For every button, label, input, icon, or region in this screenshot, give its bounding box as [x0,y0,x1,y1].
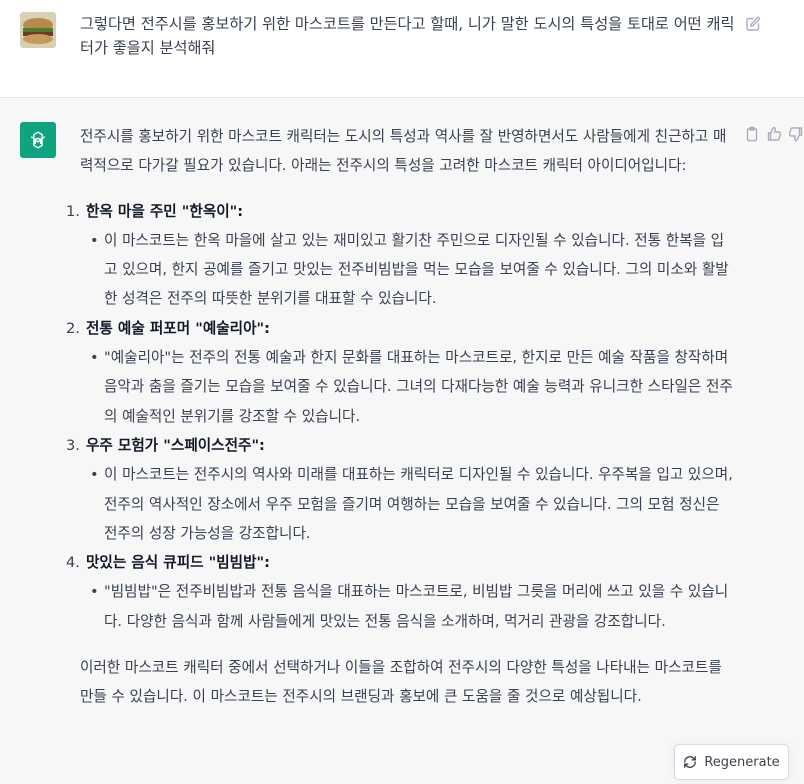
user-avatar [20,12,56,48]
assistant-message-content: 전주시를 홍보하기 위한 마스코트 캐릭터는 도시의 특성과 역사를 잘 반영하… [66,122,734,712]
item-title: 우주 모험가 "스페이스전주": [86,436,265,454]
list-number: 3. [66,436,80,454]
user-message-row: 그렇다면 전주시를 홍보하기 위한 마스코트를 만든다고 할때, 니가 말한 도… [0,0,804,98]
item-title: 한옥 마을 주민 "한옥이": [86,202,244,220]
list-item: 4. 맛있는 음식 큐피드 "빔빔밥": • "빔빔밥"은 전주비빔밥과 전통 음… [66,548,734,636]
item-title: 전통 예술 퍼포머 "예술리아": [86,319,270,337]
assistant-message-row: 전주시를 홍보하기 위한 마스코트 캐릭터는 도시의 특성과 역사를 잘 반영하… [0,98,804,784]
list-number: 1. [66,202,80,220]
regenerate-label: Regenerate [704,754,780,770]
user-message-text: 그렇다면 전주시를 홍보하기 위한 마스코트를 만든다고 할때, 니가 말한 도… [80,15,735,57]
list-item: 3. 우주 모험가 "스페이스전주": • 이 마스코트는 전주시의 역사와 미래… [66,431,734,548]
thumbs-up-icon[interactable] [766,126,782,142]
list-item: 1. 한옥 마을 주민 "한옥이": • 이 마스코트는 한옥 마을에 살고 있는… [66,197,734,314]
sub-list-item: • "빔빔밥"은 전주비빔밥과 전통 음식을 대표하는 마스코트로, 비빔밥 그릇… [90,583,729,630]
sub-list-item: • "예술리아"는 전주의 전통 예술과 한지 문화를 대표하는 마스코트로, 한… [90,349,733,425]
list-number: 2. [66,319,80,337]
item-detail: "예술리아"는 전주의 전통 예술과 한지 문화를 대표하는 마스코트로, 한지… [104,349,733,425]
thumbs-down-icon[interactable] [788,126,804,142]
sub-list-item: • 이 마스코트는 전주시의 역사와 미래를 대표하는 캐릭터로 디자인될 수 있… [90,466,733,542]
outro-paragraph: 이러한 마스코트 캐릭터 중에서 선택하거나 이들을 조합하여 전주시의 다양한… [80,659,722,706]
intro-paragraph: 전주시를 홍보하기 위한 마스코트 캐릭터는 도시의 특성과 역사를 잘 반영하… [80,128,727,175]
sub-list-item: • 이 마스코트는 한옥 마을에 살고 있는 재미있고 활기찬 주민으로 디자인될… [90,231,729,308]
message-actions [744,126,804,142]
openai-logo-icon [20,122,56,158]
item-title: 맛있는 음식 큐피드 "빔빔밥": [86,554,270,572]
item-detail: 이 마스코트는 전주시의 역사와 미래를 대표하는 캐릭터로 디자인될 수 있습… [104,466,733,542]
edit-icon[interactable] [745,16,761,32]
mascot-idea-list: 1. 한옥 마을 주민 "한옥이": • 이 마스코트는 한옥 마을에 살고 있는… [66,197,734,636]
list-item: 2. 전통 예술 퍼포머 "예술리아": • "예술리아"는 전주의 전통 예술과… [66,314,734,431]
refresh-icon [683,755,697,769]
clipboard-icon[interactable] [744,126,760,142]
item-detail: 이 마스코트는 한옥 마을에 살고 있는 재미있고 활기찬 주민으로 디자인될 … [104,231,729,308]
item-detail: "빔빔밥"은 전주비빔밥과 전통 음식을 대표하는 마스코트로, 비빔밥 그릇을… [104,583,729,630]
list-number: 4. [66,554,80,572]
regenerate-button[interactable]: Regenerate [674,744,789,780]
